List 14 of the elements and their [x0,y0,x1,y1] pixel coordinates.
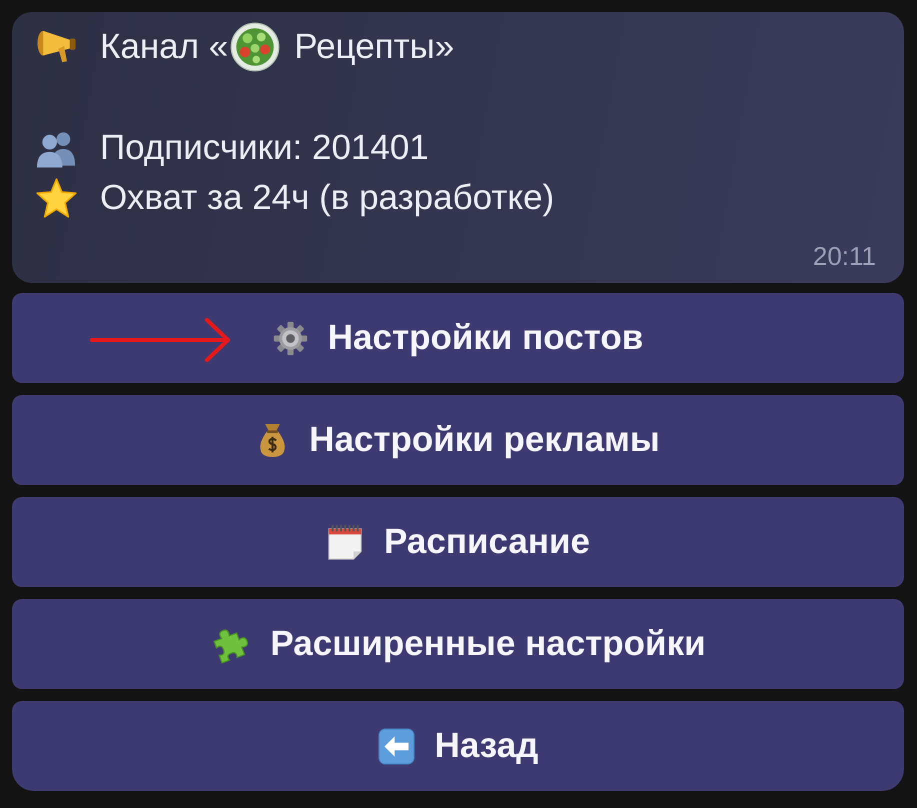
stat-text: Подписчики: 201401 [100,128,429,168]
channel-label: Канал « [100,27,228,67]
salad-icon [230,22,280,72]
menu-button[interactable]: Назад [12,701,904,791]
star-icon [35,176,78,220]
stat-text: Охват за 24ч (в разработке) [100,178,554,218]
menu-button[interactable]: Настройки постов [12,293,904,383]
menu-button[interactable]: Расширенные настройки [12,599,904,689]
calendar-icon [326,523,364,561]
menu-button[interactable]: Настройки рекламы [12,395,904,485]
message-time: 20:11 [812,242,876,270]
gear-icon [272,320,308,356]
menu-button[interactable]: Расписание [12,497,904,587]
channel-name: Рецепты» [294,27,454,67]
